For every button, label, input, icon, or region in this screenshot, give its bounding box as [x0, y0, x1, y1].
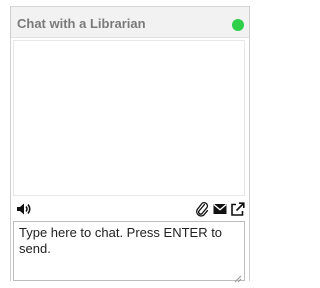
chat-message-input[interactable] [14, 222, 244, 280]
envelope-icon[interactable] [213, 200, 227, 218]
speaker-icon[interactable] [16, 200, 32, 218]
chat-input-box [13, 221, 245, 283]
chat-transcript [13, 40, 245, 196]
paperclip-icon[interactable] [195, 200, 209, 218]
resize-grip-icon[interactable] [234, 270, 242, 283]
chat-widget: Chat with a Librarian [10, 6, 250, 283]
popout-icon[interactable] [230, 200, 245, 218]
chat-header: Chat with a Librarian [11, 6, 249, 38]
online-status-indicator [232, 19, 244, 31]
chat-title: Chat with a Librarian [17, 16, 146, 31]
chat-toolbar [11, 198, 249, 222]
